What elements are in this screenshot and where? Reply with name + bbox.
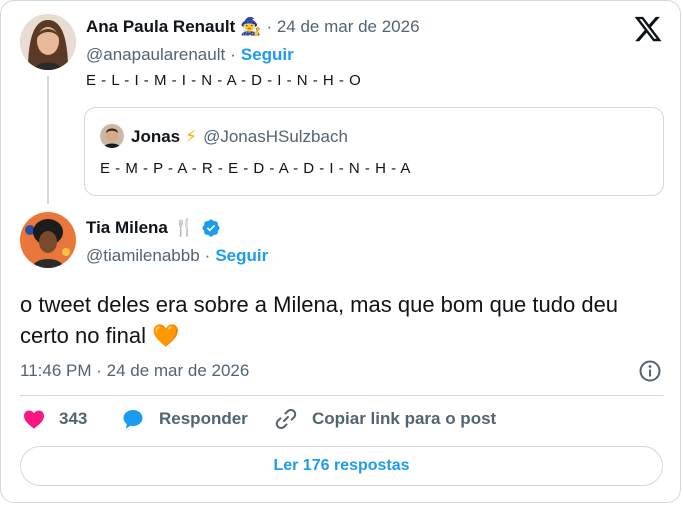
- heart-icon: [24, 410, 44, 429]
- original-author-emoji: 🧙‍♀️: [240, 17, 262, 36]
- quoted-author-name: Jonas: [131, 127, 181, 146]
- link-icon: [275, 409, 297, 429]
- original-tweet-text: E - L - I - M - I - N - A - D - I - N - …: [86, 72, 362, 89]
- divider: [20, 395, 663, 396]
- main-tweet-body: o tweet deles era sobre a Milena, mas qu…: [20, 292, 619, 348]
- x-logo-icon[interactable]: [633, 14, 663, 44]
- separator-dot: ·: [230, 45, 236, 64]
- follow-ana-paula-button[interactable]: Seguir: [241, 45, 294, 65]
- follow-tia-milena-button[interactable]: Seguir: [215, 246, 268, 266]
- quoted-tweet-card[interactable]: Jonas ⚡ @JonasHSulzbach E - M - P - A - …: [84, 107, 664, 196]
- like-action[interactable]: 343: [22, 407, 87, 431]
- avatar-ana-paula-image: [20, 14, 76, 70]
- orange-heart-emoji: 🧡: [152, 323, 180, 348]
- avatar-ana-paula[interactable]: [20, 14, 76, 70]
- main-tweet-header: Tia Milena 🍴: [86, 218, 221, 238]
- copy-link-action[interactable]: Copiar link para o post: [274, 407, 496, 431]
- original-tweet-date[interactable]: · 24 de mar de 2026: [266, 17, 419, 37]
- reply-icon: [123, 410, 143, 429]
- main-author-name[interactable]: Tia Milena: [86, 218, 168, 238]
- avatar-jonas: [100, 124, 124, 148]
- original-tweet-header: Ana Paula Renault 🧙‍♀️ · 24 de mar de 20…: [86, 17, 420, 37]
- quoted-tweet-text: E - M - P - A - R - E - D - A - D - I - …: [100, 160, 411, 177]
- avatar-tia-milena[interactable]: [20, 212, 76, 268]
- main-author-emoji: 🍴: [173, 218, 196, 237]
- original-author-name[interactable]: Ana Paula Renault: [86, 17, 235, 37]
- quoted-author-handle: @JonasHSulzbach: [203, 127, 348, 146]
- original-tweet-subheader: @anapaularenault · Seguir: [86, 45, 294, 65]
- reply-label: Responder: [159, 409, 248, 428]
- main-tweet-text: o tweet deles era sobre a Milena, mas qu…: [20, 289, 660, 351]
- avatar-jonas-image: [100, 124, 124, 148]
- info-icon[interactable]: [638, 359, 662, 383]
- reply-action[interactable]: Responder: [121, 407, 248, 431]
- avatar-tia-milena-image: [20, 212, 76, 268]
- original-author-handle[interactable]: @anapaularenault: [86, 45, 225, 65]
- quoted-tweet-header: Jonas ⚡ @JonasHSulzbach: [131, 127, 348, 147]
- copy-link-label: Copiar link para o post: [312, 409, 497, 428]
- separator-dot: ·: [204, 246, 211, 265]
- main-tweet-subheader: @tiamilenabbb · Seguir: [86, 246, 268, 266]
- quoted-author-emoji: ⚡: [185, 127, 198, 146]
- thread-connector-line: [47, 76, 49, 204]
- read-replies-button[interactable]: Ler 176 respostas: [20, 446, 663, 486]
- verified-badge-icon: [202, 219, 220, 237]
- likes-count: 343: [59, 409, 88, 428]
- main-author-handle[interactable]: @tiamilenabbb: [86, 246, 200, 266]
- main-tweet-timestamp[interactable]: 11:46 PM · 24 de mar de 2026: [20, 361, 249, 381]
